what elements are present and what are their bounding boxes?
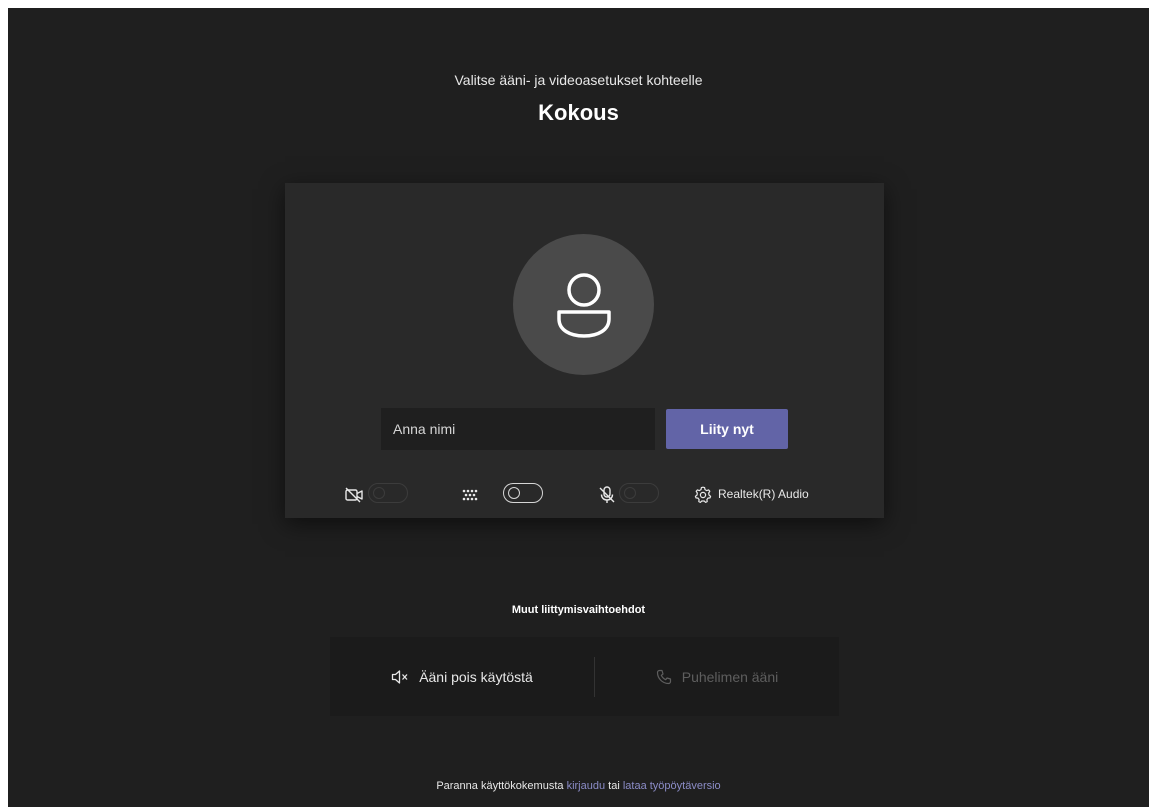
audio-off-option[interactable]: Ääni pois käytöstä [330, 637, 594, 716]
background-blur-icon[interactable] [460, 485, 480, 505]
signin-link[interactable]: kirjaudu [567, 780, 606, 792]
footer-middle: tai [605, 780, 623, 792]
camera-off-icon [344, 485, 364, 505]
meeting-title: Kokous [538, 100, 619, 125]
join-now-button[interactable]: Liity nyt [666, 409, 788, 449]
phone-audio-label: Puhelimen ääni [681, 668, 779, 685]
teams-prejoin-screen: Valitse ääni- ja videoasetukset kohteell… [8, 8, 1149, 807]
prejoin-card: Liity nyt [285, 183, 884, 518]
audio-off-label: Ääni pois käytöstä [419, 668, 533, 685]
person-icon [557, 273, 611, 338]
camera-toggle[interactable] [368, 483, 408, 503]
gear-icon[interactable] [693, 485, 713, 505]
name-input[interactable] [381, 408, 655, 450]
mic-toggle[interactable] [619, 483, 659, 503]
avatar [513, 234, 654, 375]
download-desktop-link[interactable]: lataa työpöytäversio [623, 780, 721, 792]
other-join-options: Ääni pois käytöstä Puhelimen ääni [330, 637, 839, 716]
audio-device-label[interactable]: Realtek(R) Audio [718, 487, 809, 501]
background-toggle[interactable] [503, 483, 543, 503]
phone-audio-option[interactable]: Puhelimen ääni [595, 637, 839, 716]
phone-icon [656, 669, 672, 685]
footer: Paranna käyttökokemusta kirjaudu tai lat… [8, 780, 1149, 792]
mic-off-icon [597, 485, 617, 505]
footer-prefix: Paranna käyttökokemusta [436, 780, 567, 792]
device-controls: Realtek(R) Audio [285, 479, 884, 509]
prejoin-subtitle: Valitse ääni- ja videoasetukset kohteell… [454, 72, 703, 88]
other-join-options-title: Muut liittymisvaihtoehdot [511, 604, 646, 616]
speaker-mute-icon [391, 669, 409, 685]
